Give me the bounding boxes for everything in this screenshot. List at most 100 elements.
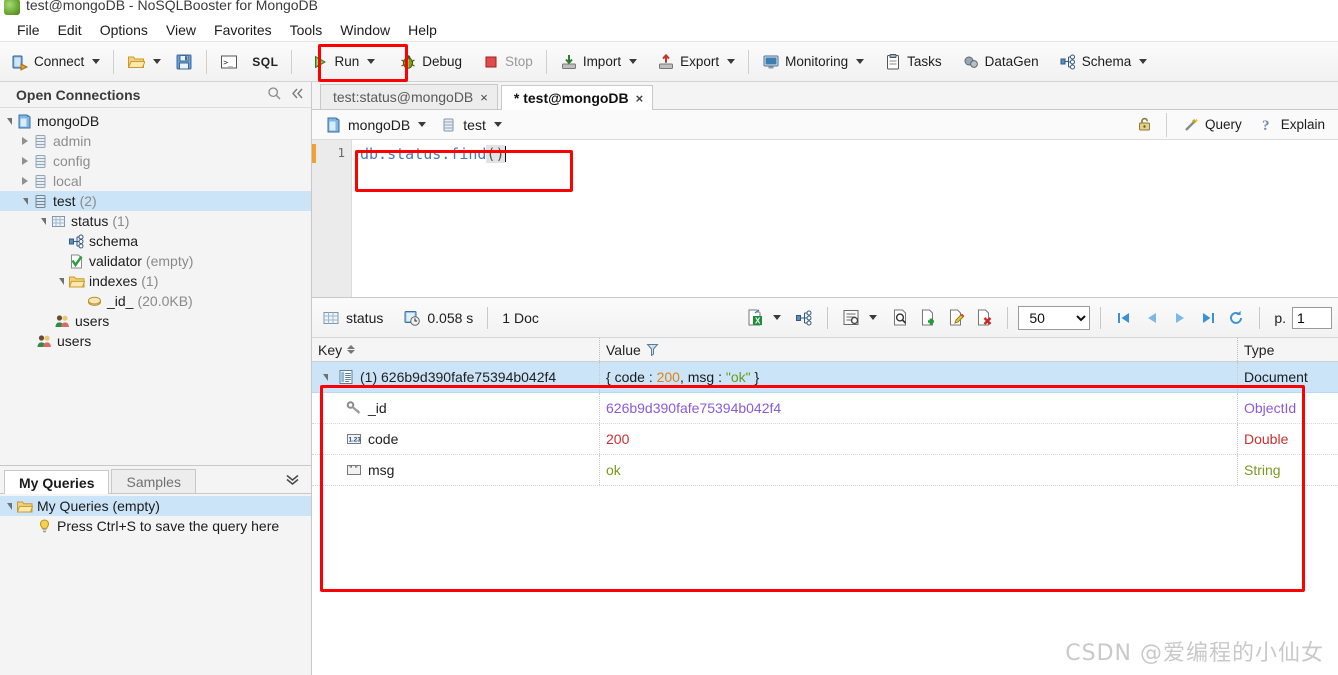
- save-button[interactable]: [168, 47, 200, 77]
- last-page-icon[interactable]: [1195, 305, 1221, 331]
- expander-open-icon[interactable]: [36, 217, 50, 225]
- prev-page-icon[interactable]: [1139, 305, 1165, 331]
- monitoring-button[interactable]: Monitoring: [755, 47, 871, 77]
- close-icon[interactable]: ×: [480, 91, 488, 104]
- query-builder-button[interactable]: Query: [1175, 110, 1249, 140]
- view-mode-icon[interactable]: [838, 305, 864, 331]
- export-button[interactable]: Export: [650, 47, 742, 77]
- page-size-select[interactable]: 50: [1018, 305, 1091, 330]
- code-editor[interactable]: 1 db.status.find(): [312, 140, 1338, 298]
- tree-item-indexes[interactable]: indexes (1): [0, 271, 311, 291]
- expander-open-icon[interactable]: [318, 373, 332, 381]
- row-value-cell[interactable]: 200: [600, 424, 1238, 454]
- search-icon[interactable]: [267, 86, 282, 104]
- explain-button[interactable]: ? Explain: [1251, 110, 1332, 140]
- add-document-icon[interactable]: [915, 305, 941, 331]
- menu-options[interactable]: Options: [91, 20, 157, 40]
- import-button[interactable]: Import: [553, 47, 644, 77]
- tree-item-local[interactable]: local: [0, 171, 311, 191]
- sql-button[interactable]: SQL: [245, 47, 285, 77]
- connection-selector[interactable]: mongoDB: [318, 113, 433, 137]
- row-key-cell[interactable]: 1.23 code: [312, 424, 600, 454]
- delete-document-icon[interactable]: [971, 305, 997, 331]
- column-header-key[interactable]: Key: [312, 338, 600, 361]
- menu-favorites[interactable]: Favorites: [205, 20, 281, 40]
- close-icon[interactable]: ×: [636, 92, 644, 105]
- editor-tab-test[interactable]: * test@mongoDB ×: [500, 85, 654, 110]
- export-excel-icon[interactable]: X: [742, 305, 768, 331]
- tree-item-test[interactable]: test (2): [0, 191, 311, 211]
- database-selector[interactable]: test: [433, 113, 509, 137]
- table-row[interactable]: (1) 626b9d390fafe75394b042f4 { code : 20…: [312, 362, 1338, 393]
- schema-button[interactable]: Schema: [1052, 47, 1155, 77]
- editor-tab-status[interactable]: test:status@mongoDB ×: [320, 84, 498, 109]
- queries-root-item[interactable]: My Queries (empty): [0, 496, 311, 516]
- chevron-down-icon[interactable]: [493, 122, 502, 127]
- sort-indicator-icon[interactable]: [347, 345, 356, 354]
- menu-window[interactable]: Window: [331, 20, 399, 40]
- row-value-cell[interactable]: ok: [600, 455, 1238, 485]
- menu-help[interactable]: Help: [399, 20, 446, 40]
- find-icon[interactable]: [887, 305, 913, 331]
- edit-document-icon[interactable]: [943, 305, 969, 331]
- open-button[interactable]: [120, 47, 168, 77]
- tree-item-config[interactable]: config: [0, 151, 311, 171]
- tree-item-status[interactable]: status (1): [0, 211, 311, 231]
- tab-my-queries[interactable]: My Queries: [4, 470, 110, 494]
- row-value-cell[interactable]: 626b9d390fafe75394b042f4: [600, 393, 1238, 423]
- schema-tree-icon[interactable]: [791, 305, 817, 331]
- lock-icon[interactable]: [1132, 112, 1158, 138]
- row-value-cell[interactable]: { code : 200, msg : "ok" }: [600, 362, 1238, 392]
- tree-item-id-index[interactable]: _id_ (20.0KB): [0, 291, 311, 311]
- run-button[interactable]: Run: [304, 47, 382, 77]
- row-key-cell[interactable]: " " msg: [312, 455, 600, 485]
- table-row[interactable]: 1.23 code 200 Double: [312, 424, 1338, 455]
- menu-file[interactable]: File: [8, 20, 49, 40]
- chevron-down-icon[interactable]: [869, 315, 878, 320]
- debug-button[interactable]: Debug: [392, 47, 469, 77]
- tree-item-users-outer[interactable]: users: [0, 331, 311, 351]
- expander-open-icon[interactable]: [2, 117, 16, 125]
- connect-button[interactable]: Connect: [4, 47, 107, 77]
- table-row[interactable]: " " msg ok String: [312, 455, 1338, 486]
- tree-item-admin[interactable]: admin: [0, 131, 311, 151]
- expander-closed-icon[interactable]: [18, 137, 32, 145]
- expander-closed-icon[interactable]: [18, 157, 32, 165]
- expander-open-icon[interactable]: [54, 277, 68, 285]
- next-page-icon[interactable]: [1167, 305, 1193, 331]
- chevron-down-icon[interactable]: [727, 59, 736, 64]
- value-filter-icon[interactable]: [646, 343, 659, 356]
- tree-item-schema[interactable]: schema: [0, 231, 311, 251]
- chevron-down-icon[interactable]: [773, 315, 782, 320]
- row-key-cell[interactable]: _id: [312, 393, 600, 423]
- editor-code-text[interactable]: db.status.find(): [352, 140, 1338, 297]
- tasks-button[interactable]: Tasks: [877, 47, 949, 77]
- tab-samples[interactable]: Samples: [111, 469, 196, 493]
- first-page-icon[interactable]: [1111, 305, 1137, 331]
- column-header-value[interactable]: Value: [600, 338, 1238, 361]
- chevron-down-icon[interactable]: [367, 59, 376, 64]
- chevron-down-icon[interactable]: [92, 59, 101, 64]
- page-input[interactable]: [1292, 306, 1332, 329]
- tree-item-users-inner[interactable]: users: [0, 311, 311, 331]
- menu-edit[interactable]: Edit: [49, 20, 91, 40]
- tree-item-mongodb[interactable]: mongoDB: [0, 111, 311, 131]
- chevron-down-icon[interactable]: [153, 59, 162, 64]
- connections-tree[interactable]: mongoDB admin config local test (2) stat…: [0, 108, 311, 465]
- datagen-button[interactable]: DataGen: [955, 47, 1046, 77]
- chevron-down-icon[interactable]: [856, 59, 865, 64]
- column-header-type[interactable]: Type: [1238, 338, 1335, 361]
- chevron-double-down-icon[interactable]: [284, 472, 301, 493]
- expander-open-icon[interactable]: [18, 197, 32, 205]
- chevron-down-icon[interactable]: [1139, 59, 1148, 64]
- collapse-left-icon[interactable]: [290, 86, 305, 104]
- shell-button[interactable]: >_: [213, 47, 245, 77]
- expander-open-icon[interactable]: [2, 502, 16, 510]
- chevron-down-icon[interactable]: [629, 59, 638, 64]
- row-key-cell[interactable]: (1) 626b9d390fafe75394b042f4: [312, 362, 600, 392]
- chevron-down-icon[interactable]: [418, 122, 427, 127]
- table-row[interactable]: _id 626b9d390fafe75394b042f4 ObjectId: [312, 393, 1338, 424]
- tree-item-validator[interactable]: validator (empty): [0, 251, 311, 271]
- queries-tree[interactable]: My Queries (empty) Press Ctrl+S to save …: [0, 494, 311, 675]
- refresh-icon[interactable]: [1223, 305, 1249, 331]
